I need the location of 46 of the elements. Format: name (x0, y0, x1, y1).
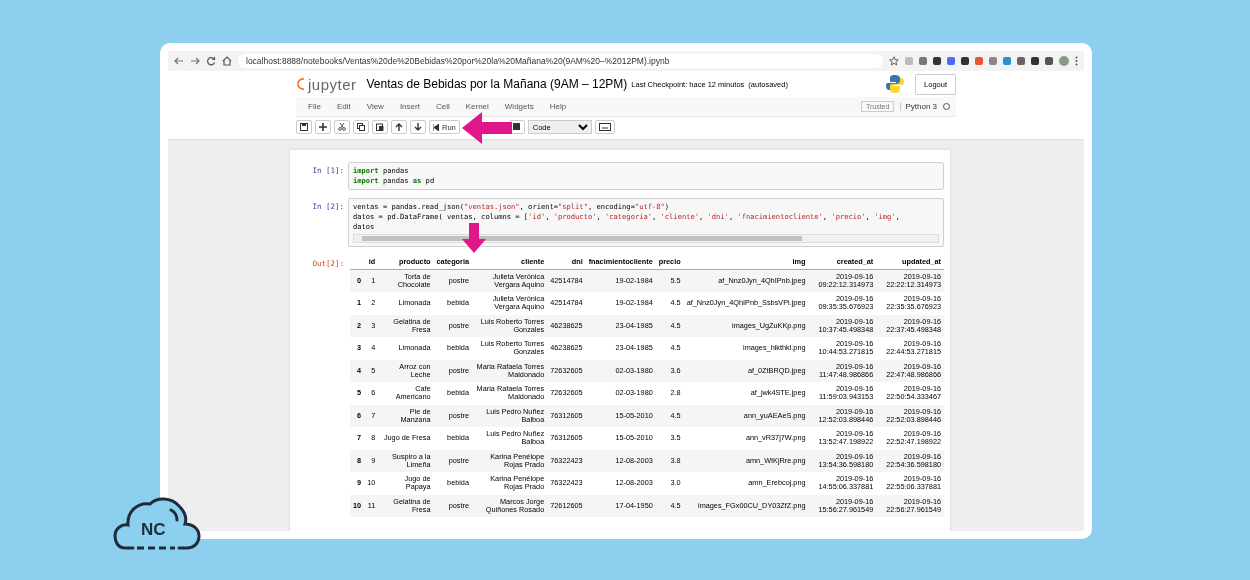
save-button[interactable] (296, 120, 312, 134)
scissors-icon (338, 123, 346, 131)
horizontal-scrollbar[interactable] (353, 234, 939, 243)
logo-icon (885, 74, 906, 94)
menu-item[interactable]: File (300, 102, 329, 111)
move-down-button[interactable] (410, 120, 426, 134)
home-icon[interactable] (222, 56, 232, 66)
star-icon[interactable] (889, 56, 899, 66)
menu-icon[interactable] (1075, 56, 1078, 66)
stop-icon (512, 123, 521, 131)
app-logo[interactable]: jupyter (308, 75, 357, 93)
menu-item[interactable]: Help (541, 102, 575, 111)
reload-icon[interactable] (206, 56, 216, 66)
paste-button[interactable] (372, 120, 388, 134)
notebook-title[interactable]: Ventas de Bebidas por la Mañana (9AM – 12PM) (366, 77, 628, 91)
cut-button[interactable] (334, 120, 350, 134)
cloud-icon (113, 496, 201, 552)
code-cell[interactable] (348, 198, 944, 247)
arrow-annotation (462, 112, 512, 144)
copy-button[interactable] (353, 120, 369, 134)
orbit-logo-icon (296, 77, 306, 91)
arrow-up-icon (395, 123, 403, 131)
forward-icon[interactable] (190, 56, 200, 66)
profile-avatar[interactable] (1059, 56, 1069, 66)
menu-item[interactable]: Widgets (496, 102, 542, 111)
keyboard-icon (598, 123, 611, 131)
scrollbar-thumb[interactable] (362, 236, 802, 241)
arrow-annotation (462, 223, 486, 253)
step-icon (433, 123, 439, 131)
back-icon[interactable] (174, 56, 184, 66)
menu-item[interactable]: Insert (391, 102, 428, 111)
add-cell-button[interactable] (315, 120, 331, 134)
address-bar[interactable]: localhost:8888/notebooks/Ventas%20de%20Bebidas%20por%20la%20Mañana%20(9AM%20–%2012PM).ipynb (238, 54, 883, 68)
menu-item[interactable]: Edit (328, 102, 359, 111)
brand-initials: NC (141, 520, 166, 540)
arrow-down-icon (414, 123, 422, 131)
save-icon (300, 123, 308, 131)
plus-icon (319, 123, 327, 131)
menu-item[interactable]: View (358, 102, 392, 111)
menu-item[interactable]: Kernel (457, 102, 497, 111)
menu-item[interactable]: Cell (427, 102, 458, 111)
paste-icon (376, 123, 384, 131)
keyboard-button[interactable] (594, 120, 615, 134)
copy-icon (357, 123, 365, 131)
kernel-name: Python 3 (900, 102, 937, 111)
move-up-button[interactable] (391, 120, 407, 134)
